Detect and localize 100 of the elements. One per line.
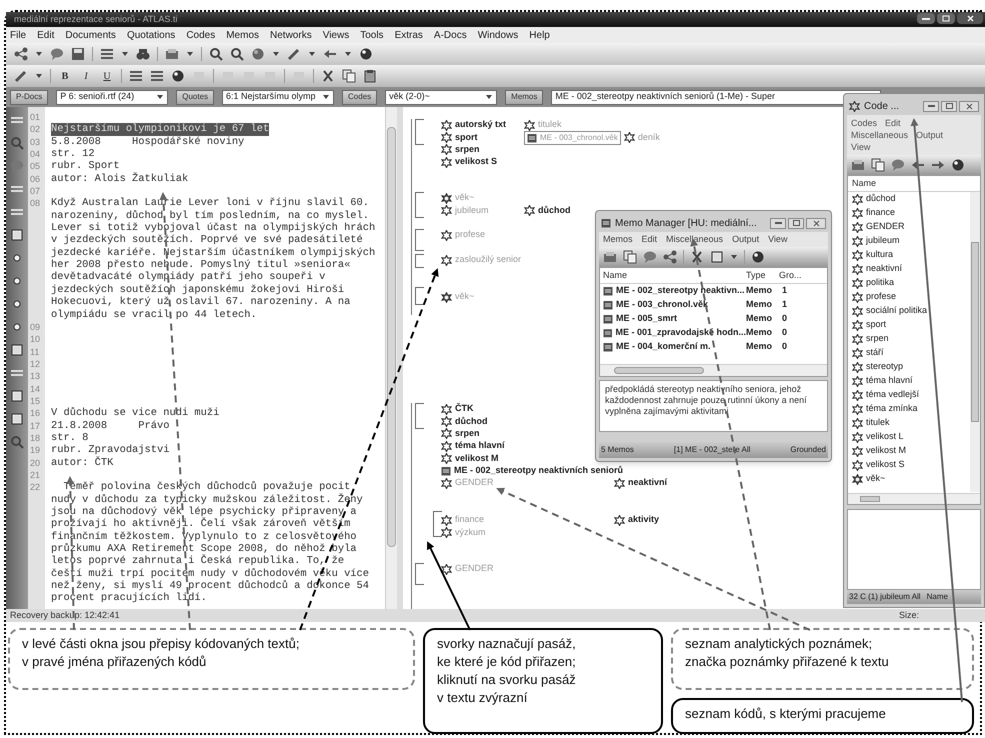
menu-item[interactable]: Views [322, 28, 350, 42]
code-list-item[interactable]: finance [866, 206, 896, 220]
menu-item[interactable]: Tools [360, 28, 384, 42]
code-label[interactable]: srpen [455, 143, 480, 157]
binoculars-icon[interactable] [136, 47, 150, 61]
selector-button[interactable]: Codes [342, 90, 378, 104]
code-label[interactable]: velikost S [455, 155, 498, 169]
menu-item[interactable]: Documents [65, 28, 116, 42]
code-label[interactable]: autorský txt [455, 118, 506, 132]
menu-item[interactable]: Extras [394, 28, 423, 42]
tray-icon[interactable] [165, 47, 179, 61]
caret-icon[interactable] [121, 51, 129, 57]
copy-icon[interactable] [871, 158, 885, 172]
code-label[interactable]: sport [455, 130, 478, 144]
copy-icon[interactable] [623, 250, 637, 264]
menu-item[interactable]: Output [916, 129, 944, 141]
menu-item[interactable]: Memos [226, 28, 260, 42]
horizontal-scrollbar[interactable] [600, 364, 827, 376]
pen-icon[interactable] [287, 47, 301, 61]
code-list-item[interactable]: velikost M [866, 444, 906, 458]
list-icon[interactable] [150, 69, 164, 83]
column-header[interactable]: Name [848, 176, 980, 192]
caret-icon[interactable] [322, 94, 330, 100]
list-icon[interactable] [100, 47, 114, 61]
format-button[interactable]: B [58, 68, 72, 84]
code-list-item[interactable]: GENDER [866, 220, 905, 234]
code-label[interactable]: důchod [538, 204, 570, 218]
menu-item[interactable]: Miscellaneous [851, 129, 908, 141]
code-list-item[interactable]: titulek [866, 416, 890, 430]
quotation-bracket[interactable] [415, 403, 424, 429]
ball-icon[interactable] [751, 250, 765, 264]
menu-item[interactable]: Edit [642, 232, 658, 246]
caret-icon[interactable] [186, 51, 194, 57]
square-icon[interactable] [10, 343, 24, 357]
code-list-item[interactable]: politika [866, 276, 894, 290]
dropdown[interactable]: 6:1 Nejstaršímu olymp [222, 90, 334, 104]
search-icon[interactable] [230, 47, 244, 61]
code-list-item[interactable]: neaktivní [866, 262, 902, 276]
copy-icon[interactable] [342, 69, 356, 83]
arrow-left-icon[interactable] [323, 47, 337, 61]
menu-item[interactable]: Memos [603, 232, 633, 246]
ball-icon[interactable] [359, 47, 373, 61]
column-header[interactable]: Gro... [779, 268, 809, 282]
column-header[interactable]: Name [603, 268, 746, 282]
ball-icon[interactable] [951, 158, 965, 172]
dropdown[interactable]: věk (2-0)~ [385, 90, 498, 104]
menu-item[interactable]: File [10, 28, 26, 42]
scrollbar-thumb[interactable] [971, 242, 979, 422]
code-list-item[interactable]: důchod [866, 192, 896, 206]
globe-icon[interactable] [251, 47, 265, 61]
code-list-item[interactable]: velikost L [866, 430, 904, 444]
memo-name[interactable]: ME - 003_chronol.věk [616, 298, 708, 312]
menu-item[interactable]: View [768, 232, 788, 246]
code-list-item[interactable]: srpen [866, 332, 889, 346]
dropdown[interactable]: P 6: senioři.rtf (24) [56, 90, 168, 104]
search-icon[interactable] [209, 47, 223, 61]
tray-icon[interactable] [603, 250, 617, 264]
scrollbar-thumb[interactable] [387, 127, 396, 547]
selector-button[interactable]: Memos [505, 90, 544, 104]
code-list-item[interactable]: věk~ [866, 472, 886, 486]
speech-bubble-icon[interactable] [891, 158, 905, 172]
caret-icon[interactable] [344, 51, 352, 57]
vertical-scrollbar[interactable] [970, 192, 980, 492]
menu-item[interactable]: Output [732, 232, 760, 246]
speech-bubble-icon[interactable] [643, 250, 657, 264]
minimize-button[interactable] [917, 13, 935, 24]
network-icon[interactable] [14, 47, 28, 61]
cut-icon[interactable] [690, 250, 704, 264]
menu-item[interactable]: Windows [478, 28, 518, 42]
caret-icon[interactable] [35, 73, 43, 79]
tray-icon[interactable] [851, 158, 865, 172]
square-icon[interactable] [710, 250, 724, 264]
code-list-item[interactable]: téma vedlejší [866, 388, 920, 402]
selector-button[interactable]: Quotes [176, 90, 214, 104]
caret-icon[interactable] [156, 94, 164, 100]
menu-item[interactable]: Edit [37, 28, 54, 42]
format-button[interactable]: I [79, 68, 93, 84]
quotation-bracket[interactable] [415, 563, 424, 585]
menu-item[interactable]: Edit [885, 117, 901, 129]
code-label[interactable]: důchod [455, 414, 488, 428]
memo-name[interactable]: ME - 002_stereotpy neaktivn... [616, 284, 745, 298]
square-icon[interactable] [10, 228, 24, 242]
code-label[interactable]: neaktivní [628, 476, 668, 490]
maximize-button[interactable] [937, 13, 955, 24]
code-label[interactable]: téma hlavní [455, 439, 505, 453]
menu-item[interactable]: Networks [270, 28, 312, 42]
quotation-bracket[interactable] [433, 511, 442, 537]
code-list-item[interactable]: profese [866, 290, 896, 304]
code-list-item[interactable]: téma hlavní [866, 374, 913, 388]
menu-item[interactable]: Miscellaneous [666, 232, 724, 246]
code-list-item[interactable]: velikost S [866, 458, 905, 472]
code-list-item[interactable]: sport [866, 318, 886, 332]
quotation-bracket[interactable] [415, 287, 424, 305]
code-list-item[interactable]: sociální politika [866, 304, 928, 318]
arrow-right-icon[interactable] [931, 158, 945, 172]
menu-item[interactable]: Codes [186, 28, 216, 42]
speech-bubble-icon[interactable] [50, 47, 64, 61]
vertical-scrollbar[interactable] [385, 107, 397, 609]
quotation-bracket[interactable] [415, 192, 424, 218]
code-label[interactable]: ČTK [455, 402, 474, 416]
